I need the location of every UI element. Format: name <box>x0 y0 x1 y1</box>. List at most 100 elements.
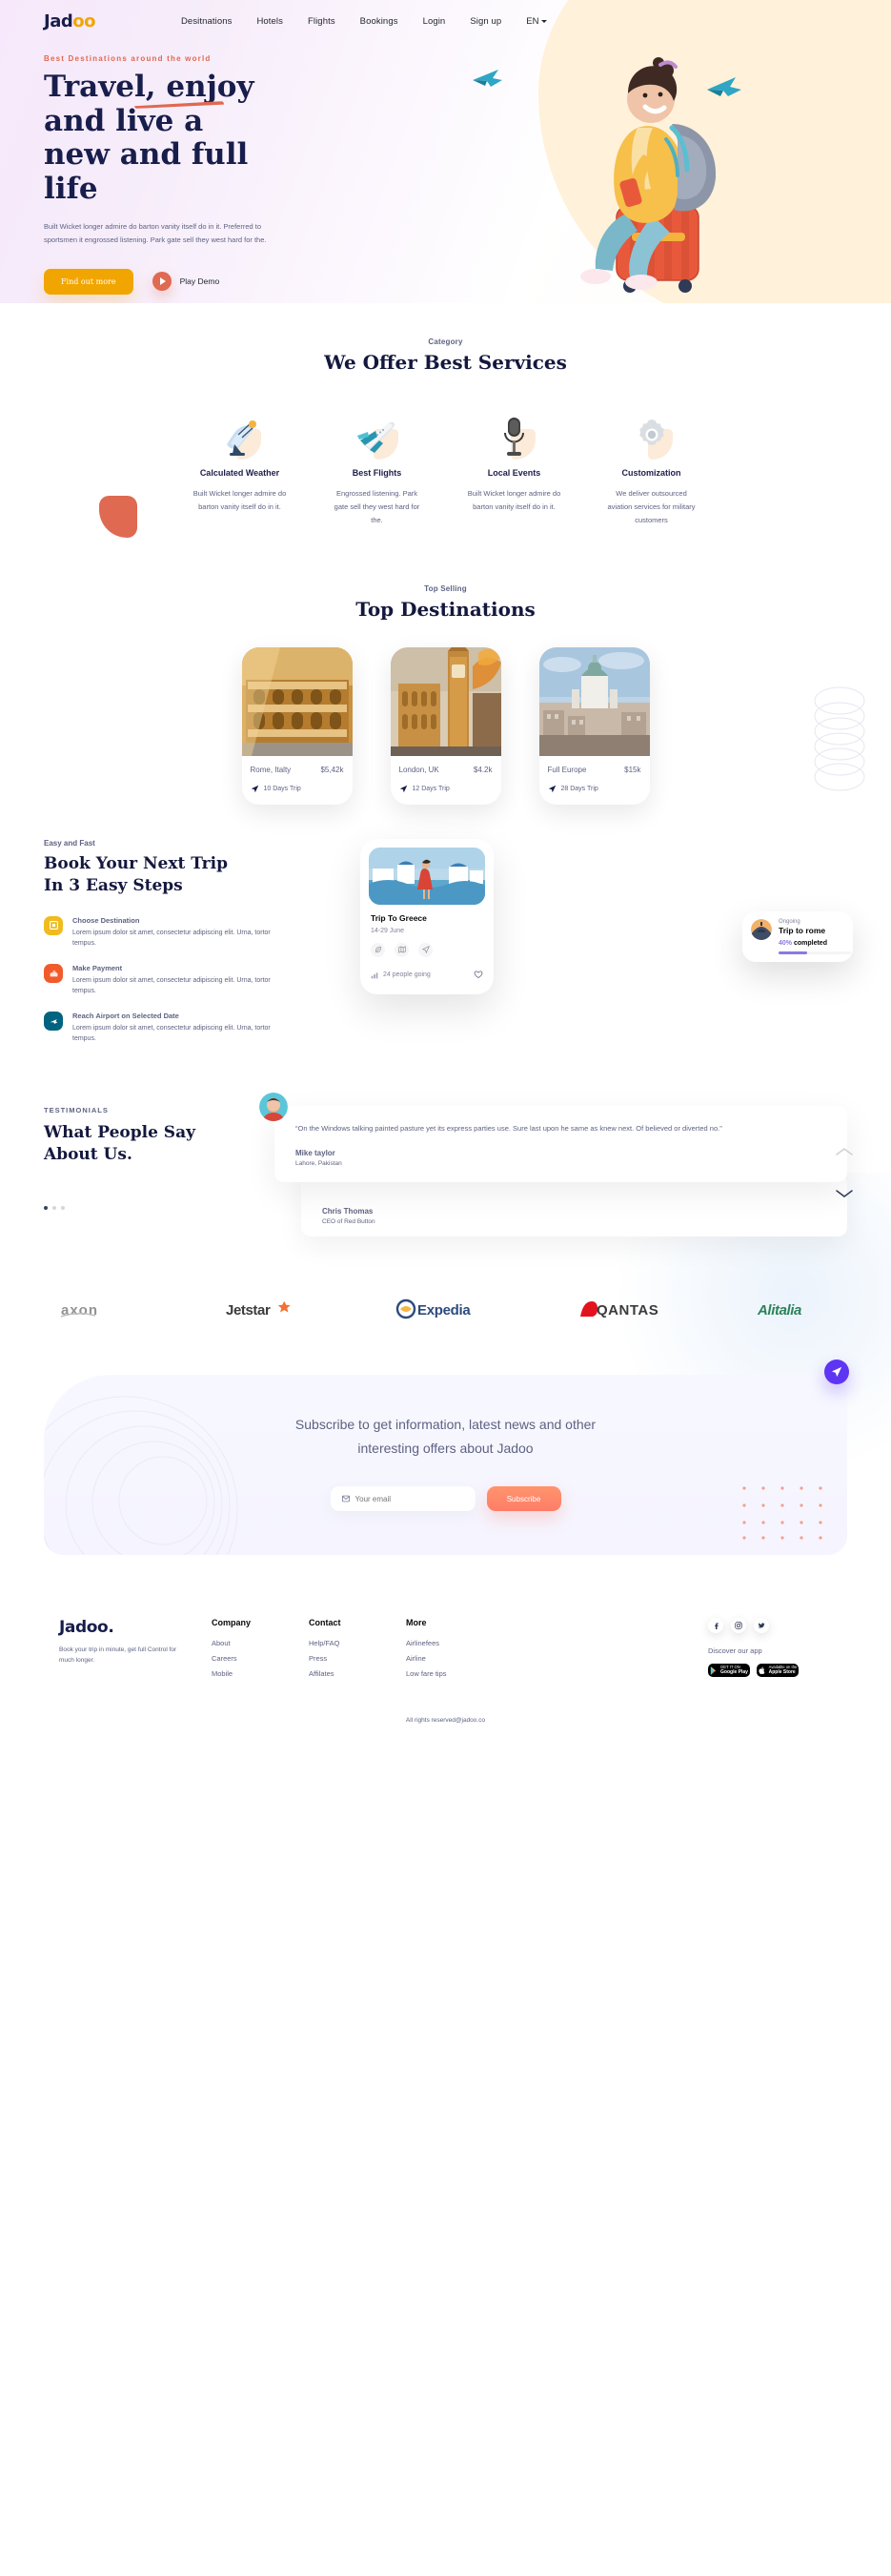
leaf-icon[interactable] <box>371 942 385 957</box>
ongoing-label: Ongoing <box>779 918 800 925</box>
hero-title-line-1: Travel, enjoy <box>44 70 254 104</box>
testimonial-author-location: CEO of Red Button <box>322 1218 375 1226</box>
nav-item-hotels[interactable]: Hotels <box>256 16 283 27</box>
instagram-icon[interactable] <box>731 1618 746 1634</box>
destination-card[interactable]: Full Europe $15k 28 Days Trip <box>538 646 650 805</box>
destination-image-rome <box>241 646 353 756</box>
ongoing-progress-text: 40% completed <box>779 940 851 947</box>
twitter-icon[interactable] <box>754 1618 769 1634</box>
services-grid: Calculated Weather Built Wicket longer a… <box>0 402 891 546</box>
nav-item-signup[interactable]: Sign up <box>470 16 501 27</box>
destination-title-row: Full Europe $15k <box>548 766 641 774</box>
hero-title-line-4: life <box>44 171 98 206</box>
map-icon[interactable] <box>395 942 409 957</box>
booking-title: Book Your Next Trip In 3 Easy Steps <box>44 853 330 897</box>
booking-step-text: Choose Destination Lorem ipsum dolor sit… <box>72 916 277 949</box>
pagination-dot-3[interactable] <box>61 1205 65 1210</box>
svg-text:QANTAS: QANTAS <box>597 1302 658 1319</box>
gear-icon <box>638 419 664 445</box>
people-bar-icon <box>371 972 378 979</box>
navigation-arrow-icon <box>251 785 258 792</box>
service-card-flights[interactable]: Best Flights Engrossed listening. Park g… <box>322 402 433 546</box>
service-card-local-events[interactable]: Local Events Built Wicket longer admire … <box>459 402 570 546</box>
send-icon[interactable] <box>418 942 433 957</box>
pagination-dot-1[interactable] <box>44 1205 48 1210</box>
destinations-title: Top Destinations <box>355 597 536 621</box>
play-demo-button[interactable]: Play Demo <box>152 272 219 292</box>
testimonials-eyebrow: TESTIMONIALS <box>44 1105 109 1114</box>
service-name: Customization <box>621 468 681 478</box>
ongoing-trip-card[interactable]: Ongoing Trip to rome 40% completed <box>742 910 853 962</box>
destination-card[interactable]: London, UK $4.2k 12 Days Trip <box>390 646 501 805</box>
partner-logo-expedia: Expedia <box>395 1298 483 1325</box>
svg-text:Jetstar: Jetstar <box>226 1302 271 1319</box>
heart-icon[interactable] <box>474 967 483 984</box>
nav-item-bookings[interactable]: Bookings <box>360 16 398 27</box>
store-big-label: Apple Store <box>768 1668 796 1675</box>
destination-days: 10 Days Trip <box>263 785 301 792</box>
partner-logo-jetstar: Jetstar <box>224 1298 300 1325</box>
footer-link-low-fare-tips[interactable]: Low fare tips <box>406 1669 475 1678</box>
microphone-icon <box>503 418 524 456</box>
footer-link-airline[interactable]: Airline <box>406 1654 475 1663</box>
testimonials-section: TESTIMONIALS What People Say About Us. “… <box>0 1060 891 1237</box>
footer-column-heading: Company <box>212 1618 252 1628</box>
service-card-weather[interactable]: Calculated Weather Built Wicket longer a… <box>185 402 295 546</box>
testimonial-card-next[interactable]: Chris Thomas CEO of Red Button <box>301 1175 847 1237</box>
progress-bar <box>779 951 851 954</box>
footer-column-heading: Contact <box>309 1618 341 1628</box>
navigation-arrow-icon <box>548 785 556 792</box>
testimonial-author-name: Mike taylor <box>295 1149 335 1158</box>
service-name: Local Events <box>487 468 541 478</box>
play-icon <box>152 272 172 292</box>
nav-item-destinations[interactable]: Desitnations <box>181 16 232 27</box>
footer-link-help-faq[interactable]: Help/FAQ <box>309 1639 377 1647</box>
find-out-more-button[interactable]: Find out more <box>44 268 133 295</box>
destination-price: $15k <box>624 765 641 774</box>
booking-steps-column: Easy and Fast Book Your Next Trip In 3 E… <box>44 839 330 1060</box>
footer-link-affilates[interactable]: Affilates <box>309 1669 377 1678</box>
nav-links: Desitnations Hotels Flights Bookings Log… <box>181 16 548 27</box>
facebook-icon[interactable] <box>708 1618 723 1634</box>
trip-image-greece <box>369 847 485 905</box>
service-card-customization[interactable]: Customization We deliver outsourced avia… <box>597 402 707 546</box>
destination-price: $5,42k <box>320 765 344 774</box>
ongoing-trip-title: Trip to rome <box>779 925 826 935</box>
nav-item-login[interactable]: Login <box>423 16 446 27</box>
footer-logo[interactable]: Jadoo. <box>59 1618 183 1637</box>
footer-link-press[interactable]: Press <box>309 1654 377 1663</box>
footer-link-airlinefees[interactable]: Airlinefees <box>406 1639 475 1647</box>
trip-footer: 24 people going <box>371 967 483 984</box>
partner-logo-axon: axon <box>59 1298 130 1325</box>
google-play-badge[interactable]: GET IT ON Google Play <box>708 1664 750 1678</box>
brand-logo[interactable]: Jadoo <box>44 11 95 31</box>
destination-icon <box>44 915 63 935</box>
destination-card[interactable]: Rome, Italty $5,42k 10 Days Trip <box>241 646 353 805</box>
language-selector[interactable]: EN <box>526 16 548 27</box>
footer-link-mobile[interactable]: Mobile <box>212 1669 280 1678</box>
footer-link-about[interactable]: About <box>212 1639 280 1647</box>
footer-link-careers[interactable]: Careers <box>212 1654 280 1663</box>
footer-app-stores: GET IT ON Google Play Available on the A… <box>708 1664 832 1678</box>
service-icon-wrap <box>604 416 699 460</box>
testimonials-title-line-1: What People Say <box>44 1122 195 1142</box>
pagination-dot-2[interactable] <box>52 1205 56 1210</box>
chevron-up-icon[interactable] <box>836 1144 853 1161</box>
booking-section: Easy and Fast Book Your Next Trip In 3 E… <box>0 805 891 1060</box>
services-section: Category We Offer Best Services Calculat… <box>0 303 891 546</box>
trip-card[interactable]: Trip To Greece 14-29 June 24 people goin… <box>360 838 494 994</box>
satellite-dish-icon <box>226 420 256 456</box>
hero-cta-row: Find out more Play Demo <box>44 268 847 295</box>
newsletter-email-input[interactable] <box>354 1494 464 1503</box>
newsletter-subscribe-button[interactable]: Subscribe <box>486 1486 561 1512</box>
booking-step-text: Reach Airport on Selected Date Lorem ips… <box>72 1012 277 1044</box>
apple-store-badge[interactable]: Available on the Apple Store <box>757 1664 799 1678</box>
newsletter-title-line-1: Subscribe to get information, latest new… <box>294 1417 597 1433</box>
nav-item-flights[interactable]: Flights <box>308 16 335 27</box>
hero-section: Jadoo Desitnations Hotels Flights Bookin… <box>0 0 891 303</box>
booking-title-line-1: Book Your Next Trip <box>44 853 228 873</box>
booking-step-make-payment: Make Payment Lorem ipsum dolor sit amet,… <box>44 963 330 996</box>
chevron-down-icon[interactable] <box>836 1186 853 1203</box>
newsletter-input-wrap[interactable] <box>330 1486 476 1512</box>
paper-plane-icon[interactable] <box>824 1360 849 1385</box>
